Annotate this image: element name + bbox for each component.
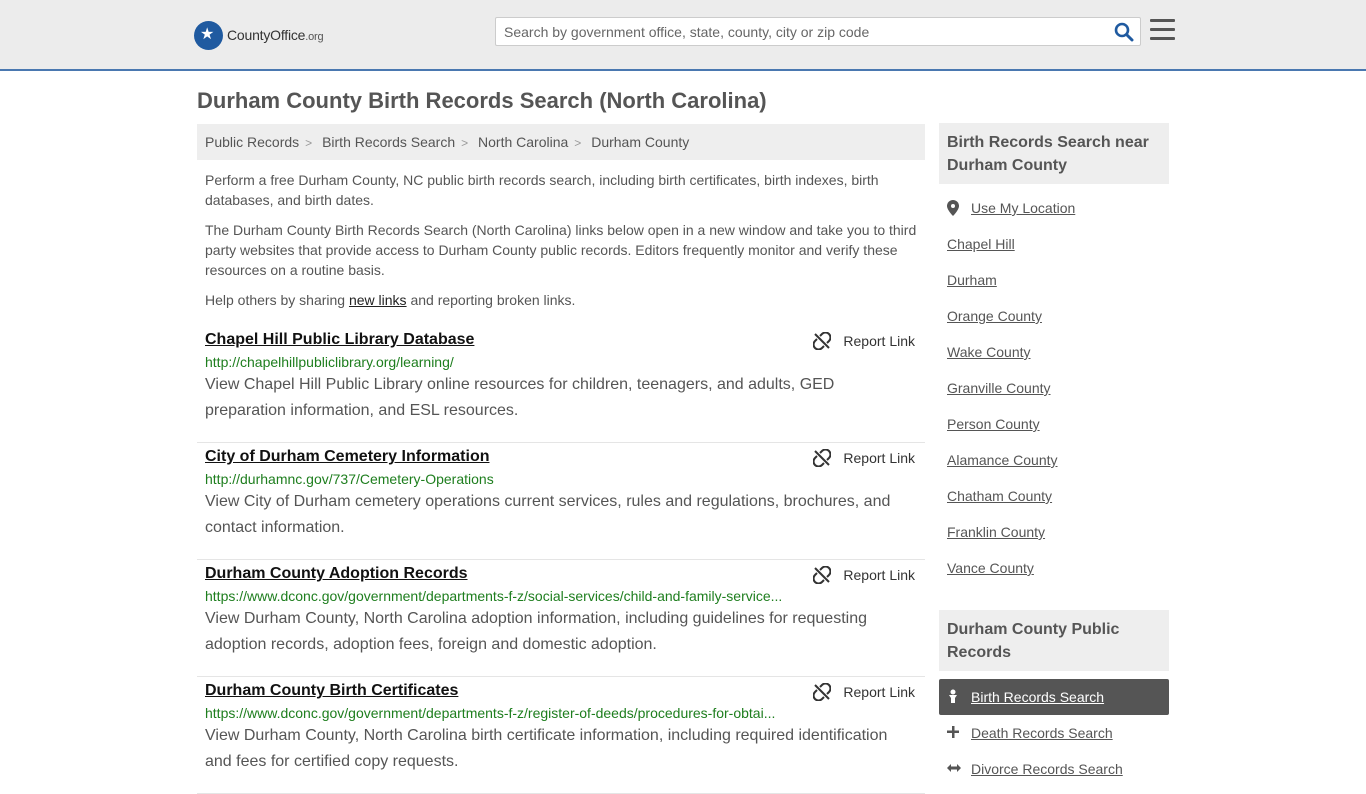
nearby-item[interactable]: Vance County [947,560,1161,596]
intro-paragraph-3: Help others by sharing new links and rep… [205,292,576,308]
result-url[interactable]: https://www.dconc.gov/government/departm… [205,588,785,604]
nearby-item[interactable]: Durham [947,272,1161,308]
search-box [495,17,1141,46]
report-link-button[interactable]: Report Link [813,683,915,701]
nearby-list: Use My Location Chapel Hill Durham Orang… [939,184,1169,604]
breadcrumb: Public Records > Birth Records Search > No… [197,124,925,160]
result-item: City of Durham Cemetery Information Repo… [197,443,925,560]
sidebar-item-divorce-records[interactable]: Divorce Records Search [939,751,1169,787]
nearby-item[interactable]: Franklin County [947,524,1161,560]
result-url[interactable]: http://chapelhillpubliclibrary.org/learn… [205,354,785,370]
broken-link-icon [813,332,832,350]
logo-text: CountyOffice.org [227,27,324,43]
nearby-item[interactable]: Alamance County [947,452,1161,488]
sidebar-item-birth-records[interactable]: Birth Records Search [939,679,1169,715]
result-title-link[interactable]: Durham County Adoption Records [205,565,468,583]
broken-link-icon [813,683,832,701]
nearby-item[interactable]: Granville County [947,380,1161,416]
nearby-item[interactable]: Chapel Hill [947,236,1161,272]
result-title-link[interactable]: City of Durham Cemetery Information [205,448,489,466]
report-link-button[interactable]: Report Link [813,566,915,584]
breadcrumb-birth-records[interactable]: Birth Records Search [322,134,455,150]
sidebar: Birth Records Search near Durham County … [939,123,1169,787]
logo-badge-icon [194,20,223,50]
result-url[interactable]: https://www.dconc.gov/government/departm… [205,705,785,721]
intro-paragraph-2: The Durham County Birth Records Search (… [205,222,917,278]
result-title-link[interactable]: Durham County Birth Certificates [205,682,458,700]
top-header: CountyOffice.org [0,0,1366,71]
breadcrumb-north-carolina[interactable]: North Carolina [478,134,568,150]
sidebar-item-death-records[interactable]: Death Records Search [939,715,1169,751]
nearby-heading: Birth Records Search near Durham County [939,123,1169,184]
broken-link-icon [813,449,832,467]
breadcrumb-public-records[interactable]: Public Records [205,134,299,150]
result-description: View Durham County, North Carolina adopt… [205,610,867,653]
baby-icon [947,689,971,706]
result-item: Chapel Hill Public Library Database Repo… [197,326,925,443]
public-records-heading: Durham County Public Records [939,610,1169,671]
report-link-button[interactable]: Report Link [813,449,915,467]
nearby-item[interactable]: Chatham County [947,488,1161,524]
hamburger-menu-icon[interactable] [1150,19,1175,43]
map-pin-icon [947,200,971,219]
breadcrumb-separator: > [461,136,469,150]
intro-paragraph-1: Perform a free Durham County, NC public … [205,172,879,208]
intro-text: Perform a free Durham County, NC public … [205,170,923,320]
breadcrumb-separator: > [305,136,313,150]
breadcrumb-durham-county[interactable]: Durham County [591,134,689,150]
result-item: Durham County Adoption Records Report Li… [197,560,925,677]
breadcrumb-separator: > [574,136,582,150]
report-link-button[interactable]: Report Link [813,332,915,350]
nearby-item[interactable]: Person County [947,416,1161,452]
cross-icon [947,725,971,741]
result-title-link[interactable]: Chapel Hill Public Library Database [205,331,474,349]
search-input[interactable] [496,18,1096,45]
broken-link-icon [813,566,832,584]
result-description: View Durham County, North Carolina birth… [205,727,888,770]
search-icon[interactable] [1114,22,1134,42]
result-item: Durham County Birth Certificates Report … [197,677,925,794]
result-description: View City of Durham cemetery operations … [205,493,891,536]
site-logo[interactable]: CountyOffice.org [194,20,324,50]
nearby-item[interactable]: Orange County [947,308,1161,344]
result-url[interactable]: http://durhamnc.gov/737/Cemetery-Operati… [205,471,785,487]
result-description: View Chapel Hill Public Library online r… [205,376,835,419]
results-list: Chapel Hill Public Library Database Repo… [197,326,925,794]
arrows-icon [947,761,971,777]
page-title: Durham County Birth Records Search (Nort… [197,88,767,113]
nearby-item[interactable]: Wake County [947,344,1161,380]
new-links-link[interactable]: new links [349,292,407,308]
use-my-location[interactable]: Use My Location [947,200,1161,236]
